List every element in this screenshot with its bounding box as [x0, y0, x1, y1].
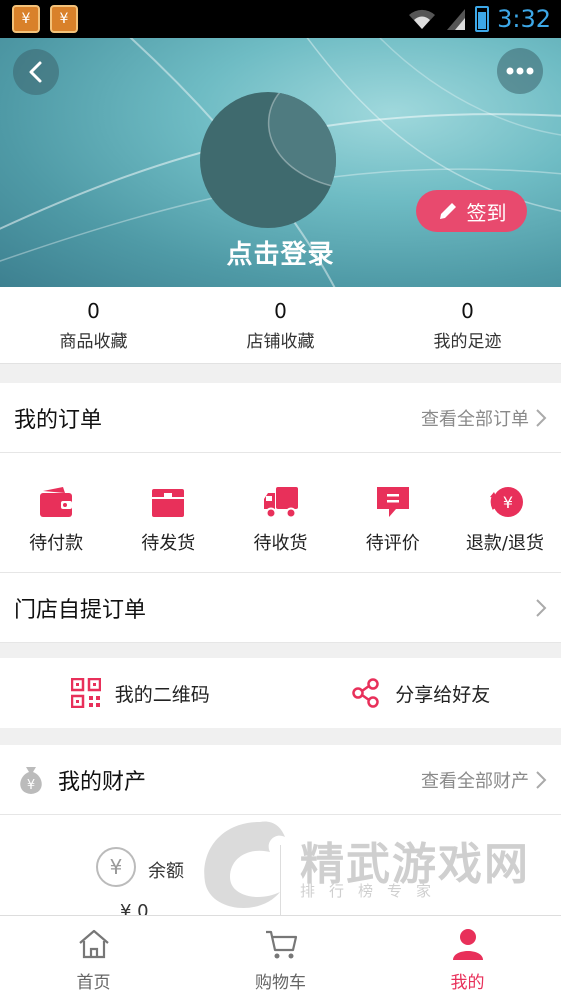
home-icon — [78, 929, 109, 959]
nav-label: 首页 — [76, 973, 111, 993]
stat-label: 店铺收藏 — [246, 332, 315, 352]
app-notification-icon: ¥ — [50, 5, 78, 33]
stat-favorite-stores[interactable]: 0 店铺收藏 — [187, 287, 374, 363]
order-item-label: 退款/退货 — [465, 533, 544, 554]
stat-value: 0 — [274, 299, 287, 323]
more-button[interactable] — [497, 48, 543, 94]
comment-icon — [376, 487, 409, 517]
cart-icon — [265, 930, 297, 959]
stat-label: 我的足迹 — [433, 332, 502, 352]
order-status-row: 待付款 待发货 待收货 待评价 ¥ 退款/退货 — [0, 453, 561, 573]
yen-icon: ¥ — [96, 847, 136, 887]
view-all-orders-label: 查看全部订单 — [421, 408, 529, 430]
avatar[interactable] — [200, 92, 336, 228]
app-notification-icon: ¥ — [12, 5, 40, 33]
svg-text:¥: ¥ — [27, 778, 35, 793]
chevron-right-icon — [536, 408, 547, 427]
view-all-orders-link[interactable]: 查看全部订单 — [421, 405, 547, 431]
chevron-left-icon — [29, 61, 42, 83]
sign-in-label: 签到 — [466, 200, 507, 225]
avatar-image — [267, 92, 336, 188]
watermark-subtitle: 排行榜专家 — [300, 882, 446, 900]
battery-icon — [475, 6, 490, 32]
watermark: 精武游戏网 排行榜专家 — [190, 812, 540, 922]
my-qr-code-button[interactable]: 我的二维码 — [0, 678, 281, 708]
pencil-icon — [439, 203, 456, 219]
back-button[interactable] — [13, 49, 59, 95]
stat-label: 商品收藏 — [59, 332, 128, 352]
wallet-icon — [40, 487, 73, 517]
nav-label: 购物车 — [255, 973, 306, 993]
order-pending-payment[interactable]: 待付款 — [0, 453, 112, 572]
nav-mine[interactable]: 我的 — [374, 916, 561, 999]
bottom-nav: 首页 购物车 我的 — [0, 915, 561, 999]
login-link[interactable]: 点击登录 — [0, 234, 561, 271]
nav-cart[interactable]: 购物车 — [187, 916, 374, 999]
stat-value: 0 — [87, 299, 100, 323]
stat-value: 0 — [461, 299, 474, 323]
sign-in-button[interactable]: 签到 — [416, 190, 527, 232]
order-refund-return[interactable]: ¥ 退款/退货 — [449, 453, 561, 572]
wealth-title: 我的财产 — [58, 769, 147, 795]
qr-code-icon — [70, 678, 101, 708]
balance-label: 余额 — [148, 861, 184, 882]
signal-icon — [447, 9, 466, 30]
my-qr-code-label: 我的二维码 — [114, 683, 210, 706]
nav-home[interactable]: 首页 — [0, 916, 187, 999]
order-pending-shipment[interactable]: 待发货 — [112, 453, 224, 572]
orders-panel: 我的订单 查看全部订单 待付款 待发货 待收货 待评价 ¥ 退款/退货 门店自提… — [0, 383, 561, 643]
chevron-right-icon — [536, 598, 547, 617]
refund-icon: ¥ — [489, 487, 523, 517]
order-item-label: 待付款 — [29, 533, 84, 554]
order-pending-receipt[interactable]: 待收货 — [224, 453, 336, 572]
order-pending-review[interactable]: 待评价 — [337, 453, 449, 572]
orders-header[interactable]: 我的订单 查看全部订单 — [0, 383, 561, 453]
watermark-logo — [204, 821, 285, 909]
profile-header: 点击登录 签到 — [0, 38, 561, 287]
chevron-right-icon — [536, 770, 547, 789]
box-icon — [152, 489, 185, 517]
store-pickup-title: 门店自提订单 — [14, 597, 147, 623]
status-time: 3:32 — [497, 5, 551, 33]
order-item-label: 待评价 — [365, 533, 420, 554]
status-bar: ¥ ¥ 3:32 — [0, 0, 561, 38]
share-icon — [352, 678, 379, 708]
money-bag-icon: ¥ — [20, 766, 42, 794]
order-item-label: 待收货 — [253, 533, 308, 554]
wifi-icon — [409, 9, 436, 29]
nav-label: 我的 — [450, 973, 485, 993]
store-pickup-row[interactable]: 门店自提订单 — [0, 573, 561, 643]
stats-bar: 0 商品收藏 0 店铺收藏 0 我的足迹 — [0, 287, 561, 364]
share-friends-label: 分享给好友 — [395, 683, 491, 706]
view-all-wealth-link[interactable]: 查看全部财产 — [421, 767, 547, 793]
stat-footprints[interactable]: 0 我的足迹 — [374, 287, 561, 363]
order-item-label: 待发货 — [141, 533, 196, 554]
view-all-wealth-label: 查看全部财产 — [421, 770, 529, 792]
stat-favorite-products[interactable]: 0 商品收藏 — [0, 287, 187, 363]
user-icon — [452, 929, 483, 960]
wealth-header[interactable]: ¥ 我的财产 查看全部财产 — [0, 745, 561, 815]
qr-share-panel: 我的二维码 分享给好友 — [0, 658, 561, 728]
svg-text:¥: ¥ — [503, 493, 513, 512]
truck-icon — [263, 487, 298, 519]
orders-title: 我的订单 — [14, 407, 103, 433]
share-friends-button[interactable]: 分享给好友 — [281, 678, 561, 708]
more-dots-icon — [506, 67, 534, 75]
